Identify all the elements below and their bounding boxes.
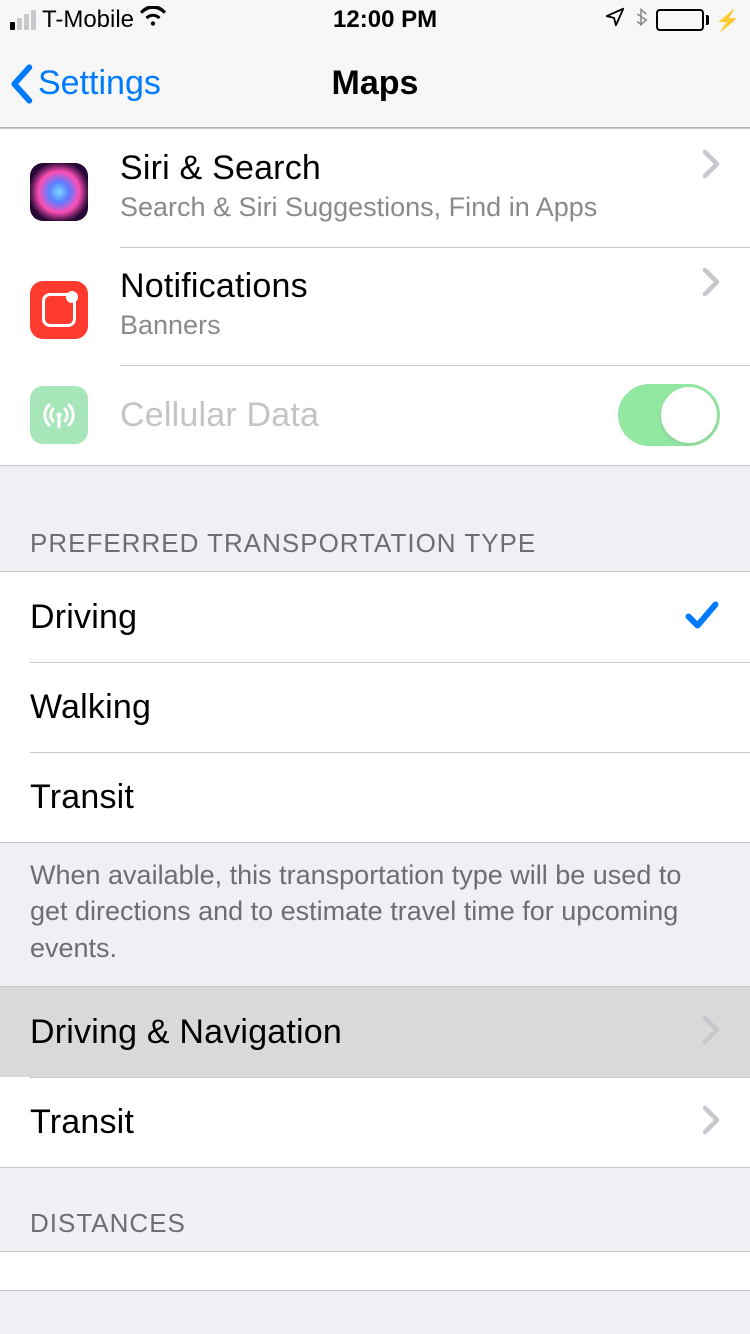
driving-navigation-cell[interactable]: Driving & Navigation [0, 987, 750, 1077]
notifications-icon [30, 281, 88, 339]
transit-settings-label: Transit [30, 1103, 702, 1142]
back-button[interactable]: Settings [0, 64, 161, 104]
back-label: Settings [38, 64, 161, 103]
siri-subtitle: Search & Siri Suggestions, Find in Apps [120, 192, 702, 223]
nav-bar: Settings Maps [0, 40, 750, 128]
driving-navigation-label: Driving & Navigation [30, 1013, 702, 1052]
cellular-data-cell[interactable]: Cellular Data [0, 365, 750, 465]
notifications-cell[interactable]: Notifications Banners [0, 247, 750, 365]
cellular-toggle[interactable] [618, 384, 720, 446]
notifications-title: Notifications [120, 267, 702, 306]
cellular-icon [30, 386, 88, 444]
battery-icon [656, 9, 709, 31]
checkmark-icon [684, 600, 720, 635]
transport-option-driving[interactable]: Driving [0, 572, 750, 662]
transport-option-walking[interactable]: Walking [0, 662, 750, 752]
siri-icon [30, 163, 88, 221]
section-header-distances: DISTANCES [0, 1168, 750, 1251]
cellular-title: Cellular Data [120, 396, 618, 435]
status-bar: T-Mobile 12:00 PM ⚡ [0, 0, 750, 40]
bluetooth-icon [632, 5, 650, 36]
chevron-right-icon [702, 267, 720, 302]
section-footer-transport: When available, this transportation type… [0, 843, 750, 986]
transport-label: Walking [30, 688, 720, 727]
siri-search-cell[interactable]: Siri & Search Search & Siri Suggestions,… [0, 129, 750, 247]
section-header-transport: PREFERRED TRANSPORTATION TYPE [0, 466, 750, 571]
transport-label: Transit [30, 778, 720, 817]
chevron-right-icon [702, 149, 720, 184]
chevron-right-icon [702, 1015, 720, 1050]
siri-title: Siri & Search [120, 149, 702, 188]
charging-icon: ⚡ [715, 8, 740, 33]
cellular-signal-icon [10, 10, 36, 30]
clock-label: 12:00 PM [333, 6, 437, 34]
carrier-label: T-Mobile [42, 6, 134, 34]
chevron-right-icon [702, 1105, 720, 1140]
wifi-icon [140, 6, 166, 35]
location-icon [604, 6, 626, 35]
transit-settings-cell[interactable]: Transit [0, 1077, 750, 1167]
transport-label: Driving [30, 598, 684, 637]
notifications-subtitle: Banners [120, 310, 702, 341]
transport-option-transit[interactable]: Transit [0, 752, 750, 842]
